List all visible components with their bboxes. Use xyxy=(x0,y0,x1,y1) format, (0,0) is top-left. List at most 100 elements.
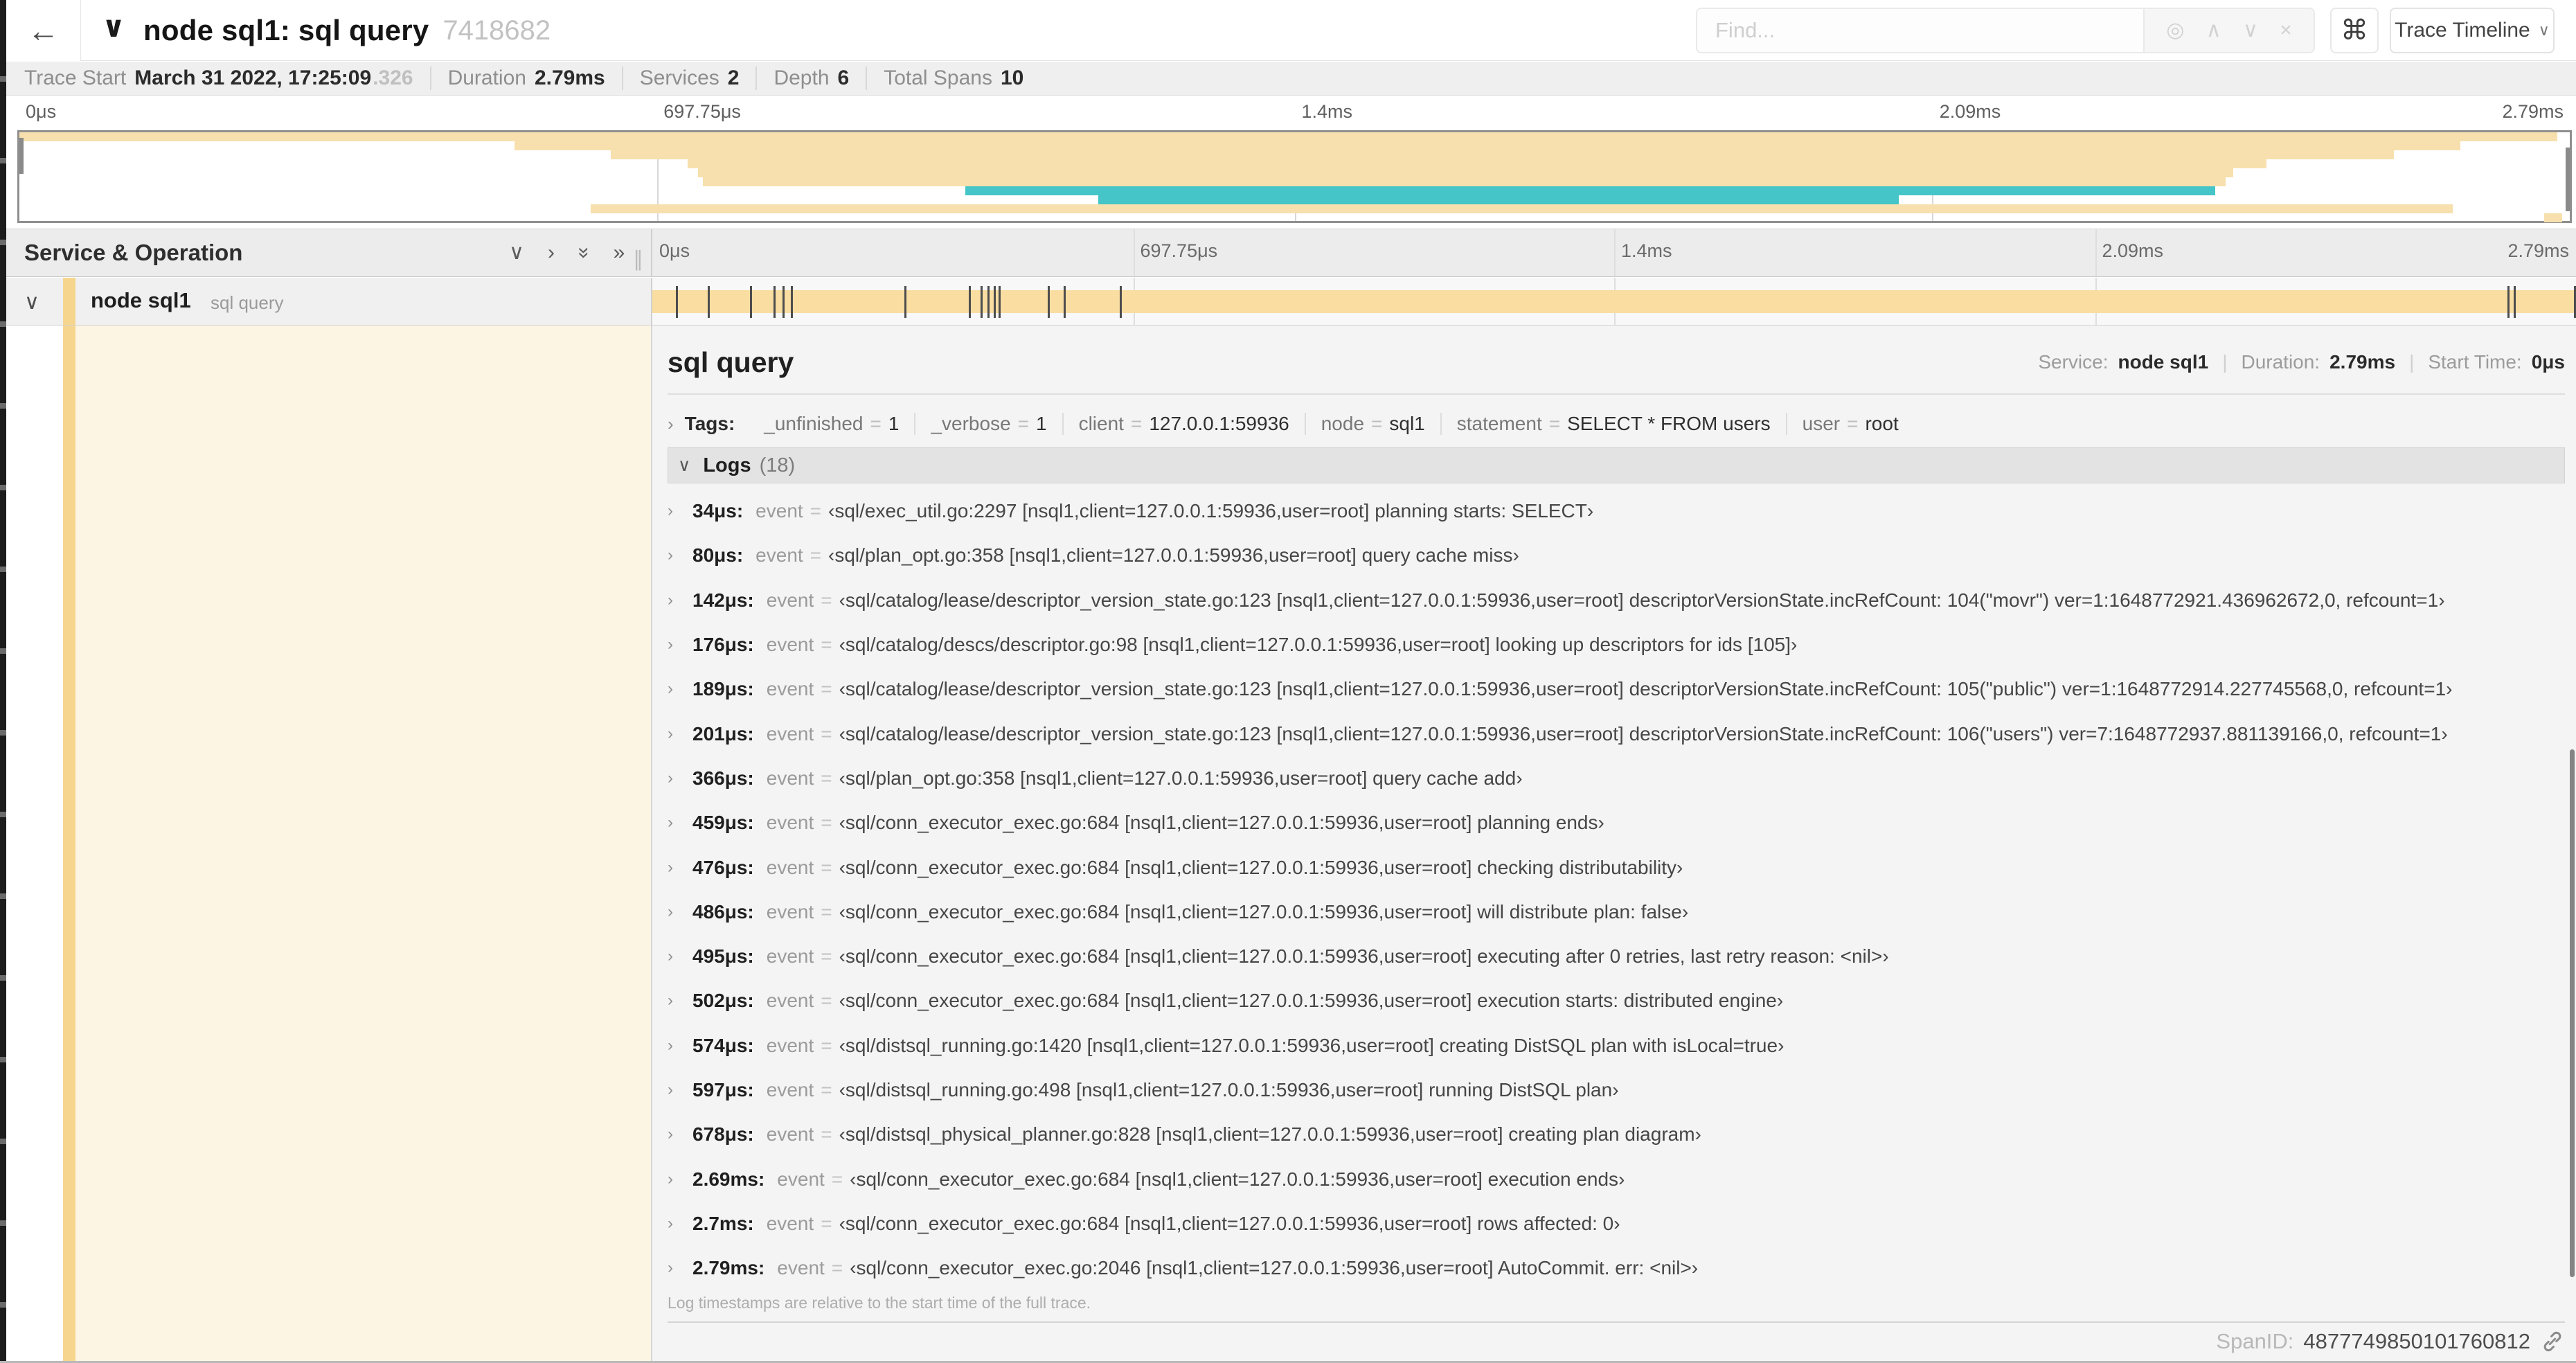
log-timestamp: 486μs: xyxy=(692,900,754,923)
trace-start-value: March 31 2022, 17:25:09 xyxy=(134,66,372,89)
log-entry[interactable]: › 80μs: event = ‹sql/plan_opt.go:358 [ns… xyxy=(668,533,2565,578)
log-marker-tick xyxy=(1120,286,1122,318)
spanid-row: SpanID: 4877749850101760812 xyxy=(668,1321,2565,1362)
log-entry[interactable]: › 476μs: event = ‹sql/conn_executor_exec… xyxy=(668,845,2565,889)
log-entry[interactable]: › 142μs: event = ‹sql/catalog/lease/desc… xyxy=(668,578,2565,623)
collapse-all-icon[interactable]: » xyxy=(573,247,596,259)
viewport-drag-handle-right[interactable] xyxy=(2566,148,2570,211)
prev-match-icon[interactable]: ∧ xyxy=(2206,20,2221,41)
next-match-icon[interactable]: ∨ xyxy=(2243,20,2258,41)
tag-value: 1 xyxy=(888,413,900,434)
log-entry[interactable]: › 2.7ms: event = ‹sql/conn_executor_exec… xyxy=(668,1202,2565,1246)
spanid-value: 4877749850101760812 xyxy=(2303,1329,2530,1353)
log-equals: = xyxy=(810,544,822,567)
back-button[interactable]: ← xyxy=(6,0,81,61)
log-entry[interactable]: › 176μs: event = ‹sql/catalog/descs/desc… xyxy=(668,623,2565,667)
jaeger-trace-timeline-page: ← ∨ node sql1: sql query 7418682 ◎ ∧ ∨ ×… xyxy=(0,0,2576,1363)
log-event-value: ‹sql/conn_executor_exec.go:684 [nsql1,cl… xyxy=(839,812,1604,834)
tag-equals: = xyxy=(1130,413,1143,434)
log-timestamp: 142μs: xyxy=(692,589,754,611)
expand-all-icon[interactable]: » xyxy=(614,242,625,263)
log-entry[interactable]: › 201μs: event = ‹sql/catalog/lease/desc… xyxy=(668,711,2565,756)
log-event-value: ‹sql/distsql_running.go:498 [nsql1,clien… xyxy=(839,1079,1619,1101)
tags-label: Tags: xyxy=(684,413,735,434)
find-input[interactable] xyxy=(1696,8,2143,53)
log-entry[interactable]: › 574μs: event = ‹sql/distsql_running.go… xyxy=(668,1024,2565,1068)
log-equals: = xyxy=(821,1034,832,1056)
log-marker-tick xyxy=(980,286,983,318)
log-entry[interactable]: › 678μs: event = ‹sql/distsql_physical_p… xyxy=(668,1112,2565,1157)
log-entry[interactable]: › 2.79ms: event = ‹sql/conn_executor_exe… xyxy=(668,1246,2565,1290)
span-row-name-cell[interactable]: ∨ node sql1 sql query xyxy=(6,278,651,325)
clear-search-icon[interactable]: × xyxy=(2280,20,2292,41)
detail-operation-title: sql query xyxy=(668,346,794,378)
log-entry[interactable]: › 486μs: event = ‹sql/conn_executor_exec… xyxy=(668,890,2565,934)
tags-row[interactable]: › Tags: _unfinished = 1 _verbose = 1 cli… xyxy=(668,406,2565,442)
tag-equals: = xyxy=(1847,413,1859,434)
left-column xyxy=(6,326,651,1361)
log-event-value: ‹sql/distsql_physical_planner.go:828 [ns… xyxy=(839,1123,1701,1146)
services-value: 2 xyxy=(727,66,740,89)
tag-key: _unfinished xyxy=(764,413,864,434)
page-title: node sql1: sql query xyxy=(143,14,429,46)
view-type-dropdown[interactable]: Trace Timeline ∨ xyxy=(2390,8,2555,53)
duration-label: Duration: xyxy=(2241,351,2320,373)
chevron-right-icon[interactable]: › xyxy=(668,413,674,435)
column-resizer[interactable]: ∥ xyxy=(633,247,643,271)
log-event-value: ‹sql/catalog/lease/descriptor_version_st… xyxy=(839,722,2448,745)
vertical-scrollbar-thumb[interactable] xyxy=(2570,749,2575,1277)
match-target-icon[interactable]: ◎ xyxy=(2166,20,2184,41)
log-entry[interactable]: › 189μs: event = ‹sql/catalog/lease/desc… xyxy=(668,667,2565,711)
expand-one-icon[interactable]: › xyxy=(548,242,555,263)
duration-value: 2.79ms xyxy=(534,66,605,89)
chevron-right-icon: › xyxy=(668,1080,673,1099)
log-entry[interactable]: › 597μs: event = ‹sql/distsql_running.go… xyxy=(668,1068,2565,1112)
collapse-one-icon[interactable]: ∨ xyxy=(509,242,524,263)
minimap-span-bar xyxy=(1098,195,1899,204)
keyboard-shortcuts-button[interactable]: ⌘ xyxy=(2330,8,2379,53)
collapse-controls: ∨ › » » xyxy=(509,242,625,263)
log-marker-tick xyxy=(750,286,753,318)
detail-title-row: sql query Service: node sql1 | Duration:… xyxy=(668,337,2565,388)
tag-key: client xyxy=(1078,413,1124,434)
log-event-value: ‹sql/conn_executor_exec.go:684 [nsql1,cl… xyxy=(839,945,1889,968)
log-marker-tick xyxy=(1064,286,1066,318)
log-event-value: ‹sql/exec_util.go:2297 [nsql1,client=127… xyxy=(828,500,1594,522)
log-entry[interactable]: › 459μs: event = ‹sql/conn_executor_exec… xyxy=(668,801,2565,845)
log-timestamp: 678μs: xyxy=(692,1123,754,1146)
log-event-key: event xyxy=(766,900,814,923)
log-marker-tick xyxy=(773,286,776,318)
minimap-time-label: 0μs xyxy=(26,101,57,122)
link-icon[interactable] xyxy=(2540,1329,2565,1354)
tag-item: user = root xyxy=(1785,413,1914,435)
minimap-span-bar xyxy=(2544,213,2562,222)
log-event-value: ‹sql/distsql_running.go:1420 [nsql1,clie… xyxy=(839,1034,1785,1056)
trace-start-label: Trace Start xyxy=(24,66,127,89)
trace-collapse-chevron-icon[interactable]: ∨ xyxy=(102,10,125,44)
log-entry[interactable]: › 495μs: event = ‹sql/conn_executor_exec… xyxy=(668,934,2565,979)
span-duration-bar[interactable] xyxy=(652,290,2576,313)
log-entry[interactable]: › 366μs: event = ‹sql/plan_opt.go:358 [n… xyxy=(668,756,2565,801)
log-event-value: ‹sql/plan_opt.go:358 [nsql1,client=127.0… xyxy=(839,767,1523,789)
tag-value: 127.0.0.1:59936 xyxy=(1149,413,1289,434)
log-entry[interactable]: › 34μs: event = ‹sql/exec_util.go:2297 [… xyxy=(668,489,2565,533)
span-row-timeline-cell[interactable] xyxy=(651,278,2576,325)
duration-label: Duration xyxy=(447,66,526,89)
log-equals: = xyxy=(821,634,832,656)
chevron-right-icon: › xyxy=(668,813,673,832)
ruler-time-label: 1.4ms xyxy=(1621,240,1672,261)
log-equals: = xyxy=(821,900,832,923)
log-entry[interactable]: › 502μs: event = ‹sql/conn_executor_exec… xyxy=(668,979,2565,1023)
viewport-drag-handle-left[interactable] xyxy=(19,138,24,174)
minimap-canvas[interactable] xyxy=(17,130,2572,223)
span-collapse-chevron-icon[interactable]: ∨ xyxy=(24,290,39,314)
log-marker-tick xyxy=(707,286,710,318)
logs-section-header[interactable]: ∨ Logs (18) xyxy=(668,447,2565,483)
log-entry[interactable]: › 2.69ms: event = ‹sql/conn_executor_exe… xyxy=(668,1157,2565,1201)
span-row[interactable]: ∨ node sql1 sql query xyxy=(6,278,2576,326)
ruler-time-label: 2.79ms xyxy=(2507,240,2569,261)
timeline-ruler: 0μs 697.75μs 1.4ms 2.09ms 2.79ms xyxy=(651,229,2576,276)
span-color-accent xyxy=(63,278,75,325)
log-event-key: event xyxy=(755,500,803,522)
span-service-name: node sql1 xyxy=(91,288,191,312)
